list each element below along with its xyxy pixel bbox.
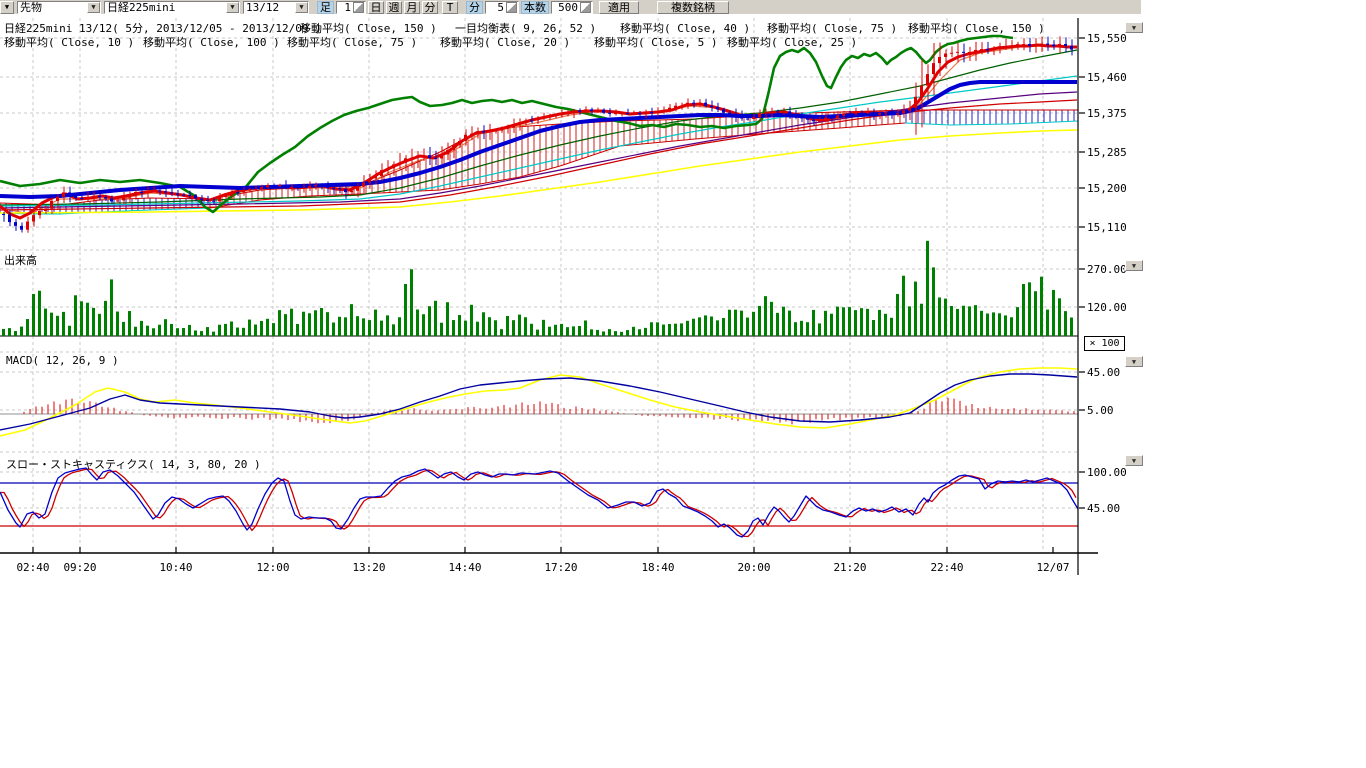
legend-item: 移動平均( Close, 20 ) (440, 34, 570, 50)
value-axis-label: 15,460 (1087, 71, 1127, 84)
time-axis-label: 02:40 (16, 561, 49, 574)
time-axis-label: 12:00 (256, 561, 289, 574)
value-axis-label: 5.00 (1087, 404, 1114, 417)
volume-pane-label: 出来高 (4, 252, 37, 268)
legend-item: 移動平均( Close, 25 ) (727, 34, 857, 50)
volume-pane-dropdown-button[interactable]: ▼ (1125, 260, 1143, 271)
cloud-bottom (770, 123, 905, 133)
value-axis-label: 15,200 (1087, 182, 1127, 195)
stochastics-pane-label: スロー・ストキャスティクス( 14, 3, 80, 20 ) (6, 456, 261, 472)
volume-bars (0, 241, 1078, 336)
ma40-darkgreen (0, 50, 1077, 205)
macd-signal-line (0, 368, 1077, 436)
value-axis-label: 15,550 (1087, 32, 1127, 45)
time-axis-label: 20:00 (737, 561, 770, 574)
time-axis-label: 18:40 (641, 561, 674, 574)
time-axis-label: 10:40 (159, 561, 192, 574)
value-axis-label: 15,375 (1087, 107, 1127, 120)
stoch-k-line (0, 468, 1078, 537)
overlay-green (0, 36, 1013, 212)
value-axis-label: 45.00 (1087, 366, 1120, 379)
macd-pane-dropdown-button[interactable]: ▼ (1125, 356, 1143, 367)
price-pane-dropdown-button[interactable]: ▼ (1125, 22, 1143, 33)
time-axis-label: 17:20 (544, 561, 577, 574)
stochastics-indicator (0, 468, 1078, 537)
trading-chart-app: { "toolbar": { "mini_dropdown_icon": "▼"… (0, 0, 1366, 768)
chevron-down-icon: ▼ (1132, 262, 1136, 270)
volume-multiplier-box: × 100 (1084, 336, 1125, 351)
value-axis-label: 100.00 (1087, 466, 1127, 479)
time-axis-label: 13:20 (352, 561, 385, 574)
moving-average-lines (0, 36, 1077, 218)
time-axis-label: 12/07 (1036, 561, 1069, 574)
value-axis-label: 15,285 (1087, 146, 1127, 159)
value-axis-label: 120.00 (1087, 301, 1127, 314)
legend-item: 移動平均( Close, 150 ) (908, 20, 1045, 36)
value-axis-label: 15,110 (1087, 221, 1127, 234)
legend-item: 移動平均( Close, 5 ) (594, 34, 717, 50)
time-axis-label: 09:20 (63, 561, 96, 574)
value-axis-label: 45.00 (1087, 502, 1120, 515)
stoch-pane-dropdown-button[interactable]: ▼ (1125, 455, 1143, 466)
macd-indicator (0, 368, 1078, 436)
chevron-down-icon: ▼ (1132, 358, 1136, 366)
axes: 02:40 09:20 10:40 12:00 13:20 14:40 17:20 18:40… (0, 18, 1127, 575)
chevron-down-icon: ▼ (1132, 457, 1136, 465)
time-axis-label: 21:20 (833, 561, 866, 574)
macd-pane-label: MACD( 12, 26, 9 ) (6, 354, 119, 367)
chart-canvas: 02:40 09:20 10:40 12:00 13:20 14:40 17:20 18:40… (0, 0, 1366, 768)
time-axis-label: 14:40 (448, 561, 481, 574)
legend-item: 移動平均( Close, 100 ) (143, 34, 280, 50)
time-axis-label: 22:40 (930, 561, 963, 574)
chevron-down-icon: ▼ (1132, 24, 1136, 32)
value-axis-label: 270.00 (1087, 263, 1127, 276)
legend-item: 移動平均( Close, 75 ) (287, 34, 417, 50)
legend-item: 移動平均( Close, 10 ) (4, 34, 134, 50)
cloud-bottom (905, 121, 1078, 125)
